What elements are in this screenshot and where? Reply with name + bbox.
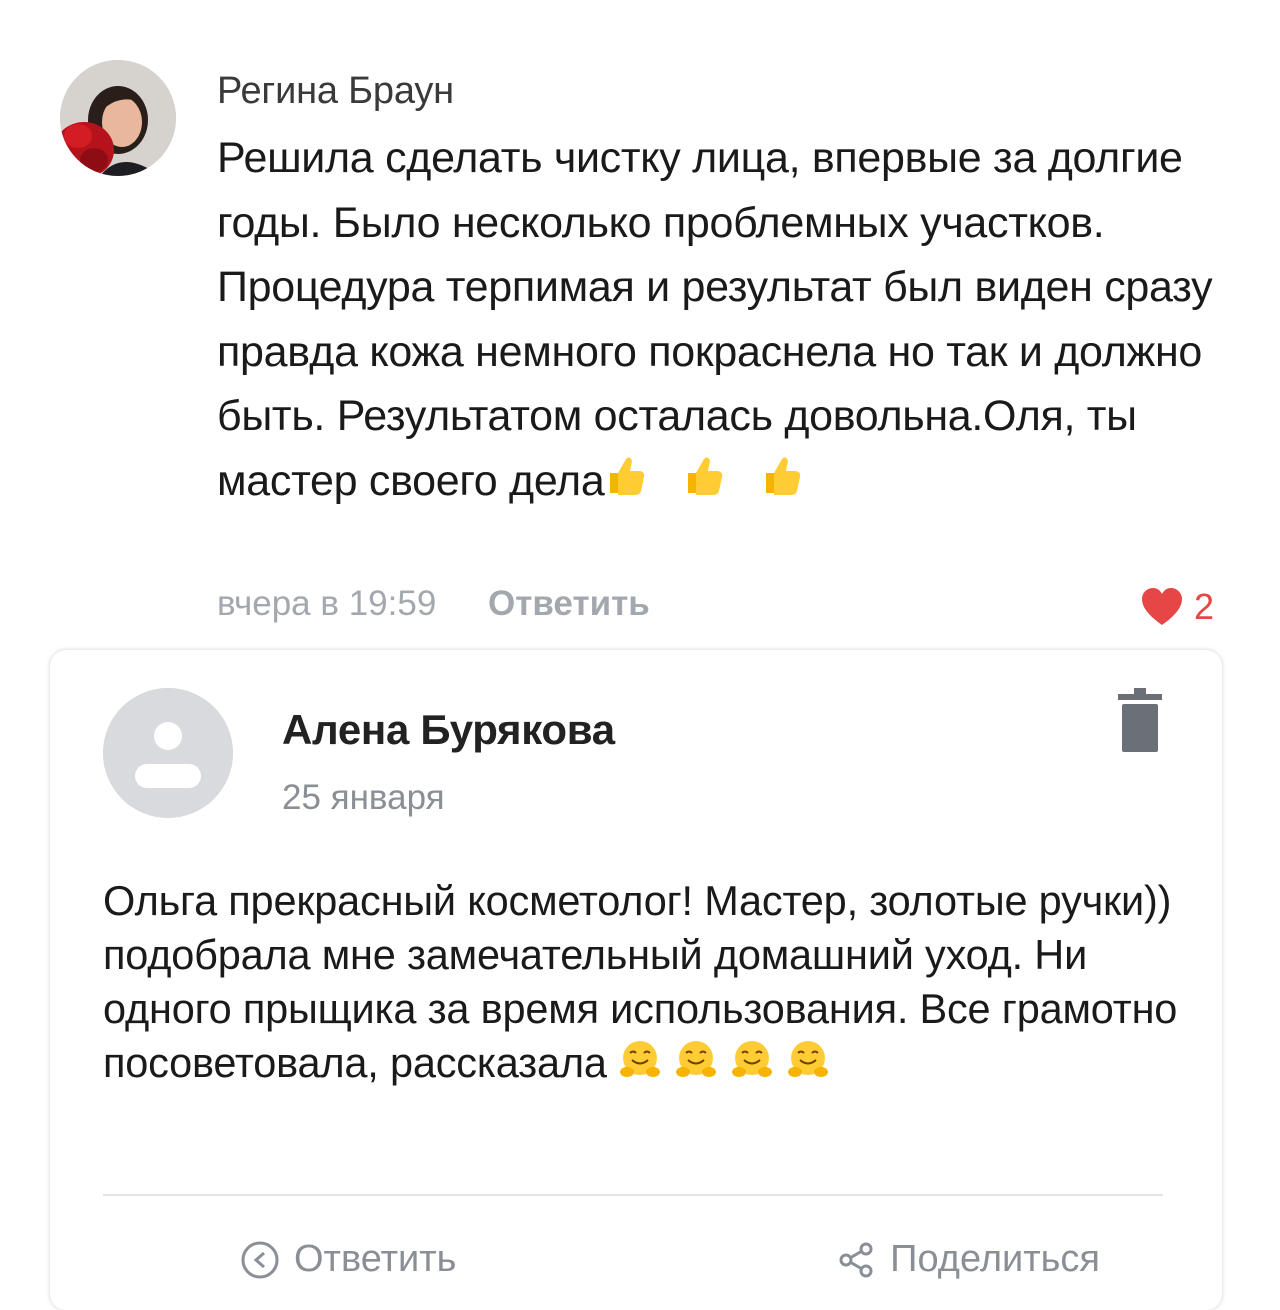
trash-icon <box>1118 688 1162 752</box>
thumbs-up-icon <box>604 451 648 516</box>
hugging-face-icon <box>674 1038 718 1095</box>
comment-meta: вчера в 19:59 Ответить <box>217 584 650 624</box>
reply-button[interactable]: Ответить <box>240 1238 456 1281</box>
delete-button[interactable] <box>1116 688 1164 754</box>
comment-author[interactable]: Регина Браун <box>217 70 454 113</box>
review-author[interactable]: Алена Бурякова <box>282 706 615 754</box>
reply-button[interactable]: Ответить <box>488 584 650 623</box>
avatar[interactable] <box>60 60 176 176</box>
comment-text: Решила сделать чистку лица, впервые за д… <box>217 126 1217 515</box>
review-text: Ольга прекрасный косметолог! Мастер, зол… <box>103 874 1193 1095</box>
thumbs-up-icon <box>760 451 804 516</box>
like-button[interactable]: 2 <box>1140 586 1214 628</box>
review-date: 25 января <box>282 778 445 817</box>
hugging-face-icon <box>618 1038 662 1095</box>
comment-regina: Регина Браун Решила сделать чистку лица,… <box>0 0 1280 650</box>
thumbs-up-icon <box>682 451 726 516</box>
share-label: Поделиться <box>890 1238 1100 1280</box>
share-icon <box>839 1242 873 1277</box>
hugging-face-icon <box>786 1038 830 1095</box>
avatar-placeholder[interactable] <box>103 688 233 818</box>
user-icon <box>103 688 233 818</box>
heart-icon <box>1142 588 1182 625</box>
review-card: Алена Бурякова 25 января Ольга прекрасны… <box>50 650 1222 1310</box>
divider <box>103 1194 1163 1196</box>
comment-time: вчера в 19:59 <box>217 584 437 623</box>
likes-count: 2 <box>1194 586 1215 627</box>
reply-icon <box>241 1241 279 1278</box>
share-button[interactable]: Поделиться <box>836 1238 1100 1281</box>
review-actions: Ответить Поделиться <box>240 1238 1100 1281</box>
reply-label: Ответить <box>294 1238 457 1280</box>
hugging-face-icon <box>730 1038 774 1095</box>
comment-body: Решила сделать чистку лица, впервые за д… <box>217 134 1213 505</box>
